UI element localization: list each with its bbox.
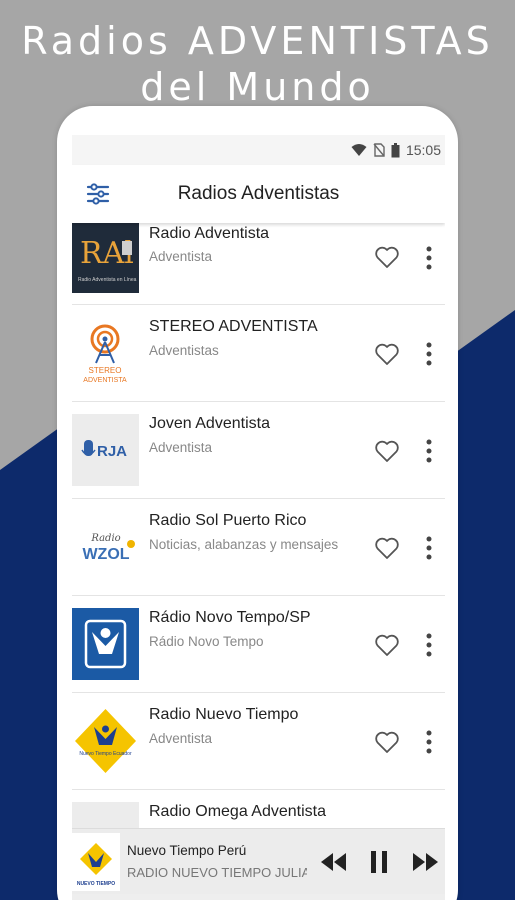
sliders-icon [86,183,110,205]
station-subtitle: Noticias, alabanzas y mensajes [149,537,339,552]
previous-icon[interactable] [319,847,349,877]
heart-icon[interactable] [374,245,400,269]
promo-title-line2: del Mundo [140,65,375,109]
station-logo: Nuevo Tiempo Ecuador [72,705,139,777]
station-logo-caption: ADVENTISTA [83,377,127,384]
more-vert-icon[interactable] [422,438,436,464]
station-logo: Radio WZOL [72,511,139,583]
station-logo: RAl Radio Adventista en Línea [72,223,139,293]
status-bar: 15:05 [72,135,445,165]
no-sim-icon [373,143,385,157]
next-icon[interactable] [410,847,440,877]
station-row[interactable]: STEREO ADVENTISTA STEREO ADVENTISTA Adve… [72,305,445,402]
station-logo-text: Nuevo Tiempo Ecuador [79,751,132,757]
heart-icon[interactable] [374,536,400,560]
station-subtitle: Adventista [149,731,213,746]
station-row[interactable]: Rádio Novo Tempo/SP Rádio Novo Tempo [72,596,445,693]
player-logo: NUEVO TIEMPO [72,833,120,891]
station-title: Radio Nuevo Tiempo [149,706,299,723]
station-row[interactable]: Radio WZOL Radio Sol Puerto Rico Noticia… [72,499,445,596]
station-logo: RJA [72,414,139,486]
heart-icon[interactable] [374,633,400,657]
station-logo-text: RJA [97,443,127,460]
heart-icon[interactable] [374,439,400,463]
heart-icon[interactable] [374,342,400,366]
station-title: Joven Adventista [149,415,270,432]
station-title: Rádio Novo Tempo/SP [149,609,311,626]
station-subtitle: Adventistas [149,343,219,358]
station-subtitle: Rádio Novo Tempo [149,634,264,649]
more-vert-icon[interactable] [422,535,436,561]
app-bar: Radios Adventistas [72,165,445,223]
station-logo-caption: Radio Adventista en Línea [78,277,137,283]
station-subtitle: Adventista [149,440,213,455]
station-logo [72,608,139,680]
station-list: RAl Radio Adventista en Línea Radio Adve… [72,223,445,887]
player-subtitle: RADIO NUEVO TIEMPO JULIA [127,865,307,880]
station-title: Radio Omega Adventista [149,803,326,820]
station-row[interactable]: RAl Radio Adventista en Línea Radio Adve… [72,223,445,305]
more-vert-icon[interactable] [422,729,436,755]
station-title: Radio Sol Puerto Rico [149,512,307,529]
station-subtitle: Adventista [149,249,213,264]
player-logo-caption: NUEVO TIEMPO [77,881,115,887]
station-logo-caption: Radio [90,533,120,544]
station-logo-text: WZOL [82,546,129,563]
battery-icon [391,142,400,157]
station-logo-text: STEREO [89,366,122,375]
pause-icon[interactable] [364,847,394,877]
wifi-icon [351,144,367,156]
more-vert-icon[interactable] [422,245,436,271]
status-time: 15:05 [405,142,441,158]
station-row[interactable]: Nuevo Tiempo Ecuador Radio Nuevo Tiempo … [72,693,445,790]
app-title: Radios Adventistas [177,183,340,204]
app-screen: 15:05 Radios Adventistas RAl Radio Adven… [72,135,445,900]
more-vert-icon[interactable] [422,341,436,367]
station-title: STEREO ADVENTISTA [149,318,318,335]
station-row[interactable]: RJA Joven Adventista Adventista [72,402,445,499]
player-title: Nuevo Tiempo Perú [127,843,247,858]
more-vert-icon[interactable] [422,632,436,658]
promo-title: Radios ADVENTISTAS del Mundo [0,18,515,110]
station-title: Radio Adventista [149,225,270,242]
filter-menu-button[interactable] [76,172,120,216]
promo-title-line1: Radios ADVENTISTAS [21,19,494,63]
mini-player[interactable]: NUEVO TIEMPO Nuevo Tiempo Perú RADIO NUE… [72,828,445,894]
station-logo: STEREO ADVENTISTA [72,317,139,389]
heart-icon[interactable] [374,730,400,754]
